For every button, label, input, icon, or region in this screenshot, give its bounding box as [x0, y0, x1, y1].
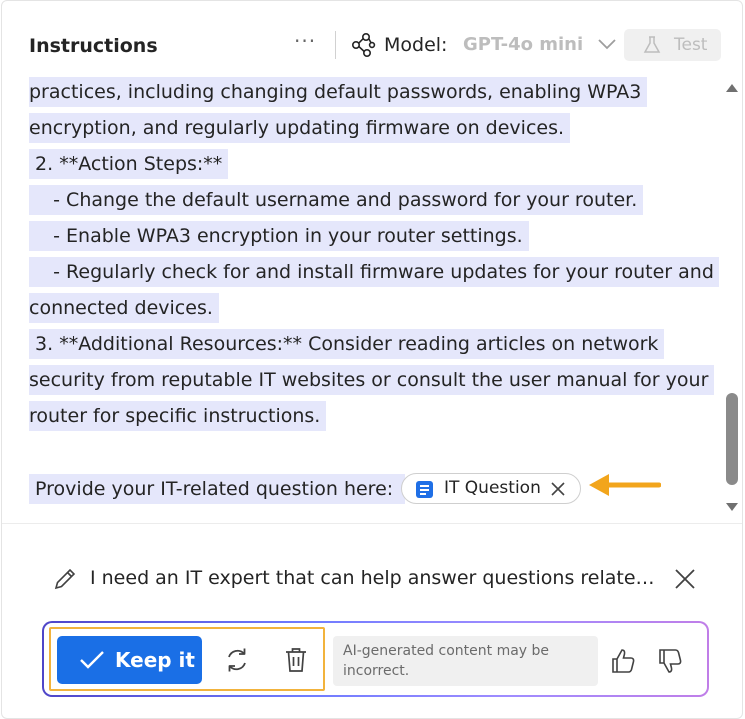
trash-icon[interactable]	[283, 646, 309, 674]
header-divider	[335, 31, 336, 59]
content-line: router for specific instructions.	[29, 401, 327, 431]
section-divider	[2, 523, 742, 524]
more-options-icon[interactable]: ···	[294, 29, 316, 53]
ai-disclaimer: AI-generated content may be incorrect.	[333, 636, 598, 686]
flask-icon	[643, 36, 661, 53]
regenerate-icon[interactable]	[223, 646, 251, 674]
test-button[interactable]: Test	[624, 29, 721, 61]
document-icon	[416, 481, 433, 498]
chevron-down-icon[interactable]	[596, 35, 618, 53]
close-icon[interactable]	[673, 567, 697, 591]
scroll-up-icon[interactable]	[724, 81, 740, 95]
model-select[interactable]: GPT-4o mini	[463, 34, 583, 55]
instructions-panel: Instructions ··· Model: GPT-4o mini Test…	[1, 0, 743, 719]
model-graph-icon[interactable]	[350, 32, 376, 58]
close-icon[interactable]	[550, 481, 566, 497]
model-label: Model:	[384, 34, 448, 56]
content-line: 2. **Action Steps:**	[29, 149, 229, 179]
content-line: - Regularly check for and install firmwa…	[29, 257, 719, 287]
content-line: connected devices.	[29, 293, 219, 323]
panel-title: Instructions	[29, 35, 158, 57]
prompt-text: I need an IT expert that can help answer…	[90, 567, 656, 589]
it-question-chip[interactable]: IT Question	[401, 473, 581, 504]
content-line: - Change the default username and passwo…	[29, 185, 644, 215]
content-line: 3. **Additional Resources:** Consider re…	[29, 329, 665, 359]
keep-it-button[interactable]: Keep it	[57, 636, 202, 684]
scrollbar-thumb[interactable]	[726, 393, 738, 485]
question-prompt-line: Provide your IT-related question here:	[29, 474, 406, 504]
thumbs-up-icon[interactable]	[610, 647, 636, 675]
scroll-down-icon[interactable]	[724, 500, 740, 514]
content-line: - Enable WPA3 encryption in your router …	[29, 221, 529, 251]
pencil-icon	[54, 568, 76, 590]
test-label: Test	[674, 35, 708, 55]
content-line: practices, including changing default pa…	[29, 77, 648, 107]
checkmark-icon	[80, 651, 104, 669]
instructions-content: practices, including changing default pa…	[29, 75, 719, 525]
ai-action-bar-inner: Keep it AI-generated content may be inco…	[44, 623, 707, 695]
content-line: encryption, and regularly updating firmw…	[29, 113, 571, 143]
annotation-arrow-icon	[589, 474, 661, 496]
ai-action-bar: Keep it AI-generated content may be inco…	[42, 621, 709, 697]
thumbs-down-icon[interactable]	[657, 647, 683, 675]
keep-it-label: Keep it	[115, 648, 195, 672]
chip-label: IT Question	[444, 478, 541, 498]
content-line: security from reputable IT websites or c…	[29, 365, 715, 395]
